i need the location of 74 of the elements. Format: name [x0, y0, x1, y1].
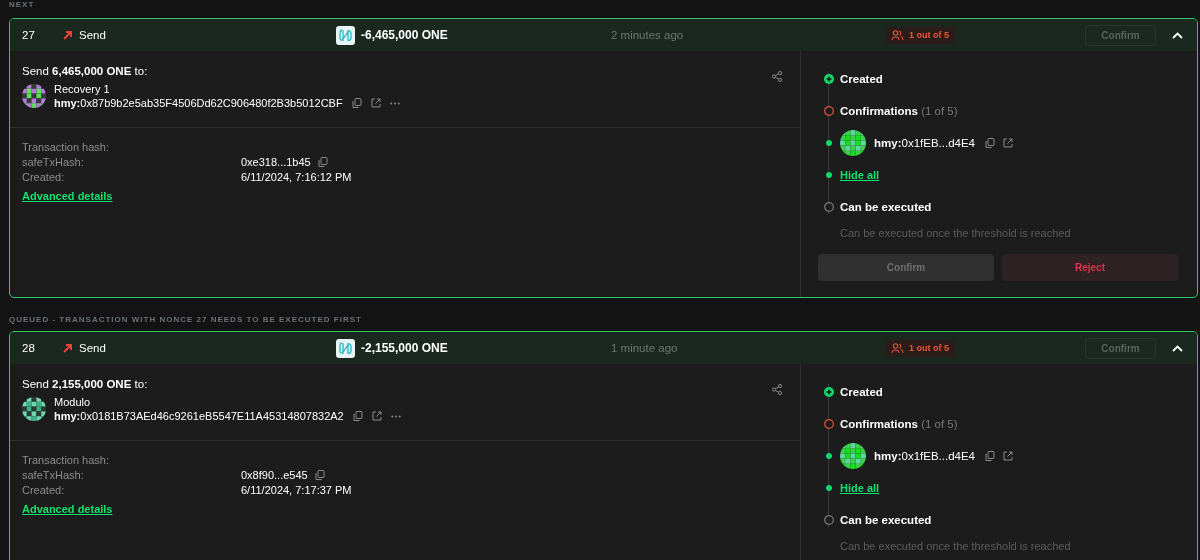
avatar-icon [840, 130, 866, 156]
step-title: Can be executed [840, 514, 932, 526]
avatar-icon [22, 397, 46, 421]
arrow-up-right-icon [62, 29, 73, 41]
transfer-summary: Send 2,155,000 ONE to: [22, 378, 148, 390]
dot-icon [825, 140, 832, 146]
detail-value: 6/11/2024, 7:17:37 PM [241, 483, 352, 497]
detail-value: 0x8f90...e545 [241, 468, 308, 482]
recipient-address: hmy:0x87b9b2e5ab35F4506Dd62C906480f2B3b5012CBF [54, 96, 343, 110]
dot-icon [825, 485, 832, 491]
detail-label: Created: [22, 483, 66, 497]
timestamp: 2 minutes ago [611, 29, 685, 41]
advanced-details-link[interactable]: Advanced details [22, 503, 113, 515]
circle-icon [823, 202, 834, 212]
more-icon[interactable] [389, 101, 400, 105]
circle-icon [823, 515, 834, 525]
plus-circle-icon [823, 74, 834, 84]
share-icon[interactable] [772, 71, 782, 82]
copy-icon[interactable] [985, 138, 995, 148]
transaction-type: Send [79, 29, 106, 41]
share-icon[interactable] [772, 384, 782, 395]
detail-value: 6/11/2024, 7:16:12 PM [241, 170, 352, 184]
token-icon [336, 25, 355, 45]
copy-icon[interactable] [985, 451, 995, 461]
external-link-icon[interactable] [1003, 451, 1013, 461]
step-title: Confirmations (1 of 5) [840, 418, 958, 430]
step-title: Confirmations (1 of 5) [840, 105, 958, 117]
people-icon [891, 342, 904, 354]
step-title: Created [840, 73, 883, 85]
external-link-icon[interactable] [371, 411, 382, 421]
confirmations-badge: 1 out of 5 [885, 339, 955, 357]
people-icon [891, 29, 904, 41]
recipient-name: Recovery 1 [54, 82, 111, 96]
step-title: Created [840, 386, 883, 398]
dot-icon [825, 172, 832, 178]
detail-label: Created: [22, 170, 66, 184]
circle-icon [823, 419, 834, 429]
plus-circle-icon [823, 387, 834, 397]
recipient-name: Modulo [54, 395, 92, 409]
avatar-icon [22, 84, 46, 108]
signer-address: hmy:0x1fEB...d4E4 [874, 137, 975, 149]
copy-icon[interactable] [351, 98, 362, 108]
arrow-up-right-icon [62, 342, 73, 354]
detail-label: safeTxHash: [22, 468, 85, 482]
dot-icon [825, 453, 832, 459]
step-title: Can be executed [840, 201, 932, 213]
advanced-details-link[interactable]: Advanced details [22, 190, 113, 202]
detail-label: Transaction hash: [22, 453, 111, 467]
external-link-icon[interactable] [370, 98, 381, 108]
nonce: 28 [22, 342, 36, 354]
timestamp: 1 minute ago [611, 342, 679, 354]
token-icon [336, 338, 355, 358]
more-icon[interactable] [390, 414, 401, 418]
detail-label: Transaction hash: [22, 140, 111, 154]
copy-icon[interactable] [352, 411, 363, 421]
recipient-address: hmy:0x0181B73AEd46c9261eB5547E11A45314807832A2 [54, 409, 344, 423]
amount: -6,465,000 ONE [361, 28, 448, 42]
copy-icon[interactable] [317, 157, 328, 167]
hide-all-link[interactable]: Hide all [840, 482, 880, 494]
circle-icon [823, 106, 834, 116]
section-label: QUEUED - TRANSACTION WITH NONCE 27 NEEDS TO BE EXECUTED FIRST [9, 315, 362, 324]
transaction-type: Send [79, 342, 106, 354]
external-link-icon[interactable] [1003, 138, 1013, 148]
avatar-icon [840, 443, 866, 469]
section-label: NEXT [9, 0, 35, 9]
detail-value: 0xe318...1b45 [241, 155, 311, 169]
detail-label: safeTxHash: [22, 155, 85, 169]
signer-address: hmy:0x1fEB...d4E4 [874, 450, 975, 462]
copy-icon[interactable] [314, 470, 325, 480]
nonce: 27 [22, 29, 36, 41]
hide-all-link[interactable]: Hide all [840, 169, 880, 181]
confirmations-badge: 1 out of 5 [885, 26, 955, 44]
transfer-summary: Send 6,465,000 ONE to: [22, 65, 148, 77]
amount: -2,155,000 ONE [361, 341, 448, 355]
